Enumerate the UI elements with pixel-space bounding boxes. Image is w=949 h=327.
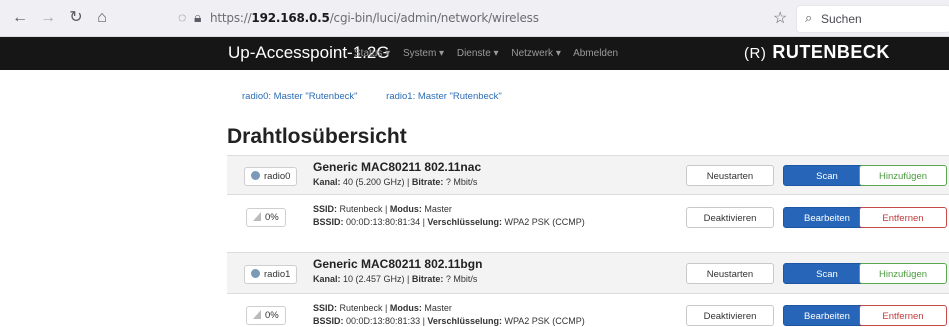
edit-button[interactable]: Bearbeiten (783, 207, 871, 228)
luci-header: Up-Accesspoint-1.2G Status ▾ System ▾ Di… (0, 37, 949, 70)
menu-netzwerk[interactable]: Netzwerk ▾ (511, 48, 560, 59)
main-menu: Status ▾ System ▾ Dienste ▾ Netzwerk ▾ A… (354, 48, 628, 59)
url-bar[interactable]: ◌ 🔒︎ https://192.168.0.5/cgi-bin/luci/ad… (178, 5, 760, 31)
radio-tabs: radio0: Master "Rutenbeck" radio1: Maste… (242, 91, 528, 102)
remove-button[interactable]: Entfernen (859, 305, 947, 326)
signal-badge: 0% (246, 306, 286, 325)
device-info: Kanal: 10 (2.457 GHz) | Bitrate: ? Mbit/… (313, 274, 478, 284)
device-badge: radio0 (244, 167, 298, 186)
edit-button[interactable]: Bearbeiten (783, 305, 871, 326)
signal-icon (253, 310, 261, 319)
url-text[interactable]: https://192.168.0.5/cgi-bin/luci/admin/n… (210, 11, 539, 25)
network-row-radio1: 0% SSID: Rutenbeck | Modus: Master BSSID… (227, 293, 949, 327)
page-title: Drahtlosübersicht (227, 125, 407, 148)
network-row-radio0: 0% SSID: Rutenbeck | Modus: Master BSSID… (227, 194, 949, 239)
signal-badge: 0% (246, 208, 286, 227)
shield-icon[interactable]: ◌ (178, 9, 186, 25)
restart-button[interactable]: Neustarten (686, 165, 774, 186)
browser-toolbar: ← → ↻ ⌂ ◌ 🔒︎ https://192.168.0.5/cgi-bin… (0, 0, 949, 37)
search-input[interactable]: ⌕ Suchen (796, 5, 949, 33)
signal-icon (253, 212, 261, 221)
add-button[interactable]: Hinzufügen (859, 263, 947, 284)
radio-icon (251, 171, 260, 180)
bookmark-star-icon[interactable]: ☆ (773, 8, 787, 28)
scan-button[interactable]: Scan (783, 263, 871, 284)
tab-radio0[interactable]: radio0: Master "Rutenbeck" (242, 91, 358, 102)
disable-button[interactable]: Deaktivieren (686, 207, 774, 228)
network-ssid-line: SSID: Rutenbeck | Modus: Master (313, 303, 452, 313)
network-bssid-line: BSSID: 00:0D:13:80:81:33 | Verschlüsselu… (313, 316, 585, 326)
add-button[interactable]: Hinzufügen (859, 165, 947, 186)
menu-status[interactable]: Status ▾ (354, 48, 390, 59)
back-arrow-icon[interactable]: ← (10, 8, 30, 28)
restart-button[interactable]: Neustarten (686, 263, 774, 284)
disable-button[interactable]: Deaktivieren (686, 305, 774, 326)
menu-dienste[interactable]: Dienste ▾ (457, 48, 499, 59)
device-row-radio0: radio0 Generic MAC80211 802.11nac Kanal:… (227, 155, 949, 194)
device-row-radio1: radio1 Generic MAC80211 802.11bgn Kanal:… (227, 252, 949, 293)
device-title: Generic MAC80211 802.11bgn (313, 257, 483, 271)
radio-icon (251, 269, 260, 278)
home-icon[interactable]: ⌂ (92, 8, 112, 28)
remove-button[interactable]: Entfernen (859, 207, 947, 228)
network-bssid-line: BSSID: 00:0D:13:80:81:34 | Verschlüsselu… (313, 217, 585, 227)
tab-radio1[interactable]: radio1: Master "Rutenbeck" (386, 91, 502, 102)
menu-system[interactable]: System ▾ (403, 48, 444, 59)
rutenbeck-logo: (R) RUTENBECK (744, 42, 890, 62)
device-info: Kanal: 40 (5.200 GHz) | Bitrate: ? Mbit/… (313, 177, 478, 187)
device-title: Generic MAC80211 802.11nac (313, 160, 482, 174)
lock-icon[interactable]: 🔒︎ (194, 9, 201, 26)
reload-icon[interactable]: ↻ (66, 8, 86, 28)
device-badge: radio1 (244, 265, 298, 284)
forward-arrow-icon[interactable]: → (38, 8, 58, 28)
search-icon: ⌕ (805, 10, 813, 25)
scan-button[interactable]: Scan (783, 165, 871, 186)
menu-abmelden[interactable]: Abmelden (573, 48, 618, 59)
network-ssid-line: SSID: Rutenbeck | Modus: Master (313, 204, 452, 214)
